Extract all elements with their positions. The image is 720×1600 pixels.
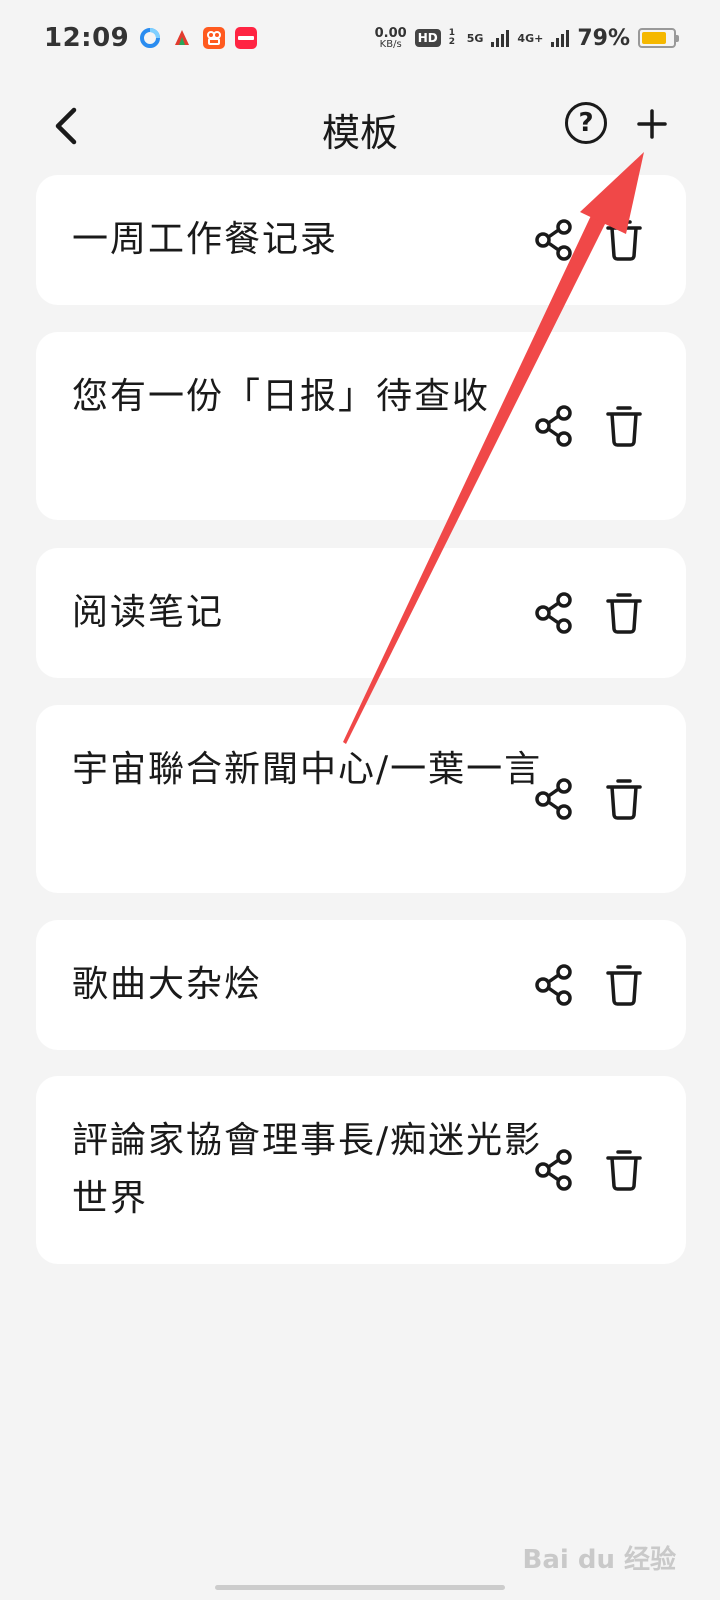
template-card[interactable]: 歌曲大杂烩 [36,920,686,1050]
delete-button[interactable] [602,404,646,448]
template-title: 評論家協會理事長/痴迷光影世界 [72,1120,543,1219]
share-icon [535,592,572,634]
trash-icon [606,965,642,1006]
share-button[interactable] [532,963,576,1007]
add-template-button[interactable] [630,102,674,146]
share-button[interactable] [532,1148,576,1192]
news-app-icon [171,27,193,49]
share-button[interactable] [532,777,576,821]
app-header: 模板 ? [0,90,720,162]
network-speed: 0.00 KB/s [375,27,407,50]
template-card[interactable]: 宇宙聯合新聞中心/一葉一言 [36,705,686,893]
home-indicator[interactable] [215,1585,505,1590]
battery-icon [638,28,679,48]
delete-button[interactable] [602,963,646,1007]
browser-app-icon [139,27,161,49]
template-card[interactable]: 阅读笔记 [36,548,686,678]
trash-icon [606,779,642,820]
status-bar: 12:09 0.00 KB/s HD 1 2 5G 4G+ 79% [0,0,720,76]
screen: 12:09 0.00 KB/s HD 1 2 5G 4G+ 79% 模板 ? 一… [0,0,720,1600]
plus-icon [637,109,667,139]
trash-icon [606,593,642,634]
share-button[interactable] [532,218,576,262]
template-title: 您有一份「日报」待查收 [72,376,491,417]
trash-icon [606,406,642,447]
share-button[interactable] [532,591,576,635]
baidu-jingyan-watermark: Bai du 经验 [522,1545,677,1575]
network-5g-label: 5G [466,31,484,45]
sim-slot-label: 1 2 [448,28,455,47]
status-time: 12:09 [44,23,130,53]
delete-button[interactable] [602,218,646,262]
trash-icon [606,1150,642,1191]
network-speed-unit: KB/s [379,38,402,50]
network-4g-label: 4G+ [517,31,544,45]
xiaohongshu-app-icon [235,27,258,49]
signal-bars-icon [491,29,510,47]
share-icon [535,1149,572,1191]
network-speed-value: 0.00 [374,25,407,41]
battery-percent: 79% [577,25,630,51]
delete-button[interactable] [602,777,646,821]
kuaishou-app-icon [203,27,226,49]
help-icon: ? [578,108,594,138]
share-button[interactable] [532,404,576,448]
share-icon [535,219,572,261]
signal-bars-icon-2 [551,29,570,47]
share-icon [535,964,572,1006]
template-title: 一周工作餐记录 [72,219,339,260]
template-title: 歌曲大杂烩 [72,964,263,1005]
template-card[interactable]: 您有一份「日报」待查收 [36,332,686,520]
template-title: 阅读笔记 [72,592,225,633]
template-card[interactable]: 評論家協會理事長/痴迷光影世界 [36,1076,686,1264]
share-icon [535,405,572,447]
help-button[interactable]: ? [565,102,607,144]
share-icon [535,778,572,820]
delete-button[interactable] [602,591,646,635]
page-title: 模板 [321,111,398,155]
trash-icon [606,220,642,261]
hd-voice-badge: HD [414,29,441,47]
template-title: 宇宙聯合新聞中心/一葉一言 [72,749,543,790]
template-card[interactable]: 一周工作餐记录 [36,175,686,305]
delete-button[interactable] [602,1148,646,1192]
